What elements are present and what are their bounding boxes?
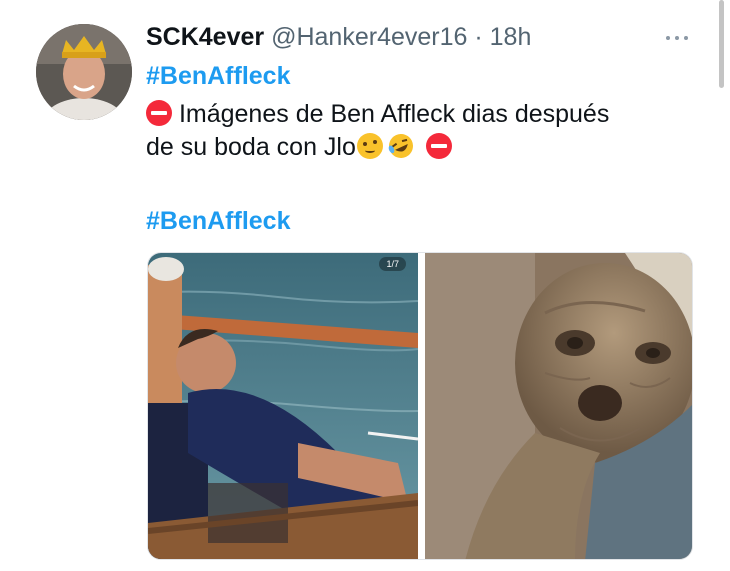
image-counter: 1/7 bbox=[379, 257, 406, 271]
hashtag-link[interactable]: #BenAffleck bbox=[146, 207, 291, 236]
avatar-image bbox=[36, 24, 132, 120]
media-image-1[interactable]: 1/7 bbox=[148, 253, 418, 559]
hashtag-link[interactable]: #BenAffleck bbox=[146, 62, 291, 91]
separator-dot: · bbox=[474, 23, 483, 51]
woozy-face-emoji-icon bbox=[356, 133, 383, 159]
avatar[interactable] bbox=[36, 24, 132, 120]
tweet-text-part-2: de su boda con Jlo bbox=[146, 133, 356, 161]
tweet-text-line-1: Imágenes de Ben Affleck dias después bbox=[146, 98, 706, 131]
man-sleeping-on-boat-photo bbox=[148, 253, 418, 559]
tweet-text-line-2: de su boda con Jlo bbox=[146, 131, 706, 164]
aged-alien-creature-photo bbox=[425, 253, 692, 559]
media-gallery[interactable]: 1/7 bbox=[147, 252, 693, 560]
more-options-icon[interactable] bbox=[664, 24, 692, 48]
no-entry-emoji-icon bbox=[146, 100, 172, 126]
tweet-text: Imágenes de Ben Affleck dias después de … bbox=[146, 98, 706, 164]
user-handle[interactable]: @Hanker4ever16 bbox=[271, 23, 467, 51]
media-image-2[interactable] bbox=[425, 253, 692, 559]
rolling-laughing-emoji-icon bbox=[388, 134, 413, 158]
display-name[interactable]: SCK4ever bbox=[146, 23, 264, 51]
scrollbar[interactable] bbox=[719, 0, 724, 88]
timestamp[interactable]: 18h bbox=[490, 23, 532, 51]
tweet-text-part-1: Imágenes de Ben Affleck dias después bbox=[178, 100, 610, 128]
no-entry-emoji-icon bbox=[425, 133, 452, 159]
tweet-header: SCK4ever @Hanker4ever16 · 18h bbox=[146, 22, 531, 52]
